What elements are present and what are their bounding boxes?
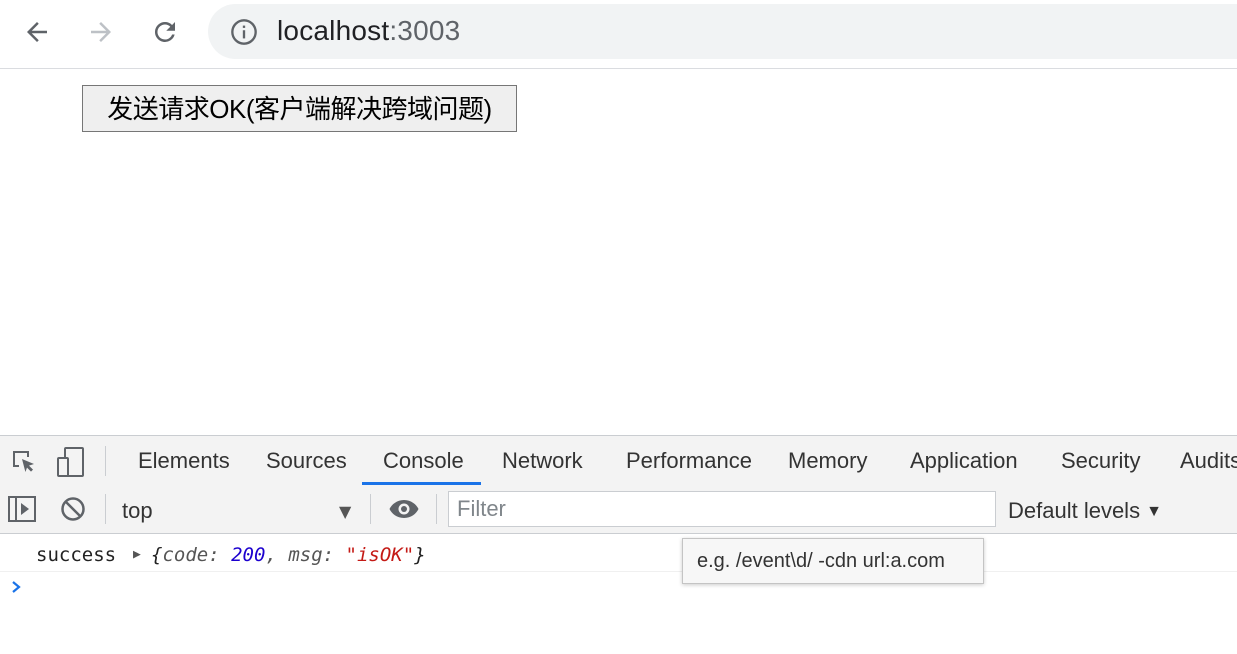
filter-tooltip: e.g. /event\d/ -cdn url:a.com [682,538,984,584]
show-sidebar-icon[interactable] [8,496,36,522]
tab-elements[interactable]: Elements [138,436,230,485]
console-log-label: success [36,544,117,566]
object-close-brace: } [414,544,426,566]
console-toolbar: top ▼ Default levels ▼ [0,485,1237,534]
address-bar[interactable]: localhost:3003 [208,4,1237,59]
devtools-panel: Elements Sources Console Network Perform… [0,435,1237,654]
reload-button[interactable] [145,12,185,52]
url-host: localhost [277,15,390,46]
devtools-tab-bar: Elements Sources Console Network Perform… [0,436,1237,486]
tab-audits[interactable]: Audits [1180,436,1237,485]
console-log-object[interactable]: {code: 200, msg: "isOK"} [151,533,426,577]
send-request-button[interactable]: 发送请求OK(客户端解决跨域问题) [82,85,517,132]
filter-input[interactable] [448,491,996,527]
object-string-value: "isOK" [345,544,415,566]
object-key: code [162,544,209,566]
tab-network[interactable]: Network [502,436,583,485]
object-key: msg [288,544,323,566]
url-port: :3003 [389,15,461,46]
expand-triangle-icon[interactable]: ▶ [133,533,141,577]
log-levels-label: Default levels [1008,498,1141,523]
console-log-row[interactable]: success ▶ {code: 200, msg: "isOK"} [0,533,1237,572]
toolbar-separator [436,494,437,524]
inspect-element-icon[interactable] [10,448,38,476]
browser-toolbar: localhost:3003 [0,0,1237,69]
tab-performance[interactable]: Performance [626,436,752,485]
tab-console[interactable]: Console [383,436,464,485]
context-selector-value: top [122,498,153,523]
device-toolbar-icon[interactable] [56,446,86,478]
arrow-right-icon [91,22,111,42]
back-button[interactable] [17,12,57,52]
url-text[interactable]: localhost:3003 [277,14,460,48]
toolbar-separator [370,494,371,524]
info-icon[interactable] [230,18,258,46]
toolbar-separator [105,494,106,524]
forward-button[interactable] [81,12,121,52]
console-output[interactable]: success ▶ {code: 200, msg: "isOK"} [0,533,1237,654]
tab-application[interactable]: Application [910,436,1018,485]
dropdown-arrow-icon: ▼ [1146,503,1162,520]
tab-security[interactable]: Security [1061,436,1140,485]
object-open-brace: { [151,544,163,566]
reload-icon [154,21,175,42]
tab-sources[interactable]: Sources [266,436,347,485]
clear-console-icon[interactable] [60,496,86,522]
dropdown-arrow-icon[interactable]: ▼ [339,502,351,521]
arrow-left-icon [27,22,47,42]
context-selector[interactable]: top [122,485,362,533]
log-levels-dropdown[interactable]: Default levels ▼ [1008,485,1162,533]
tab-memory[interactable]: Memory [788,436,867,485]
toolbar-separator [105,446,106,476]
eye-icon[interactable] [388,498,420,520]
console-prompt-icon[interactable] [8,575,24,599]
object-number-value: 200 [231,544,266,566]
